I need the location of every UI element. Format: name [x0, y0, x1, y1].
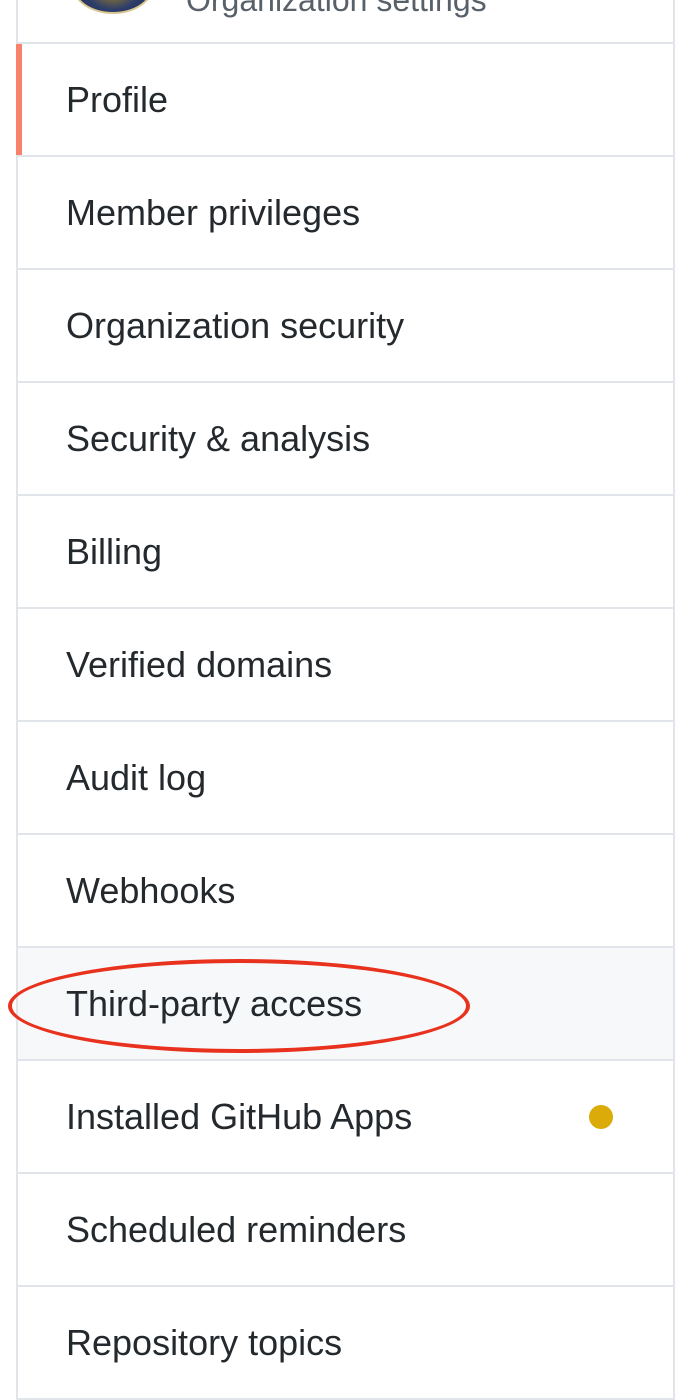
menu-heading: Organization settings [18, 0, 673, 44]
menu-item-label: Profile [66, 78, 169, 120]
menu-item-member-privileges[interactable]: Member privileges [18, 157, 673, 270]
menu-item-label: Installed GitHub Apps [66, 1095, 413, 1137]
menu-item-security-analysis[interactable]: Security & analysis [18, 383, 673, 496]
menu-item-audit-log[interactable]: Audit log [18, 722, 673, 835]
menu-item-third-party-access[interactable]: Third-party access [18, 948, 673, 1061]
menu-item-label: Webhooks [66, 869, 236, 911]
org-settings-menu: Organization settings Profile Member pri… [16, 0, 675, 1400]
menu-item-billing[interactable]: Billing [18, 496, 673, 609]
menu-item-label: Third-party access [66, 982, 363, 1024]
menu-item-label: Billing [66, 530, 163, 572]
menu-item-label: Verified domains [66, 643, 333, 685]
menu-item-label: Scheduled reminders [66, 1208, 407, 1250]
menu-item-label: Security & analysis [66, 417, 371, 459]
menu-item-installed-github-apps[interactable]: Installed GitHub Apps [18, 1061, 673, 1174]
menu-item-profile[interactable]: Profile [16, 44, 673, 157]
org-avatar [72, 0, 154, 14]
menu-item-label: Audit log [66, 756, 207, 798]
menu-item-label: Organization security [66, 304, 405, 346]
menu-item-scheduled-reminders[interactable]: Scheduled reminders [18, 1174, 673, 1287]
menu-item-organization-security[interactable]: Organization security [18, 270, 673, 383]
notification-dot-icon [589, 1104, 613, 1129]
menu-item-label: Repository topics [66, 1321, 343, 1363]
menu-item-webhooks[interactable]: Webhooks [18, 835, 673, 948]
page-title: Organization settings [186, 0, 487, 18]
menu-item-repository-topics[interactable]: Repository topics [18, 1287, 673, 1400]
menu-item-verified-domains[interactable]: Verified domains [18, 609, 673, 722]
menu-item-label: Member privileges [66, 191, 361, 233]
